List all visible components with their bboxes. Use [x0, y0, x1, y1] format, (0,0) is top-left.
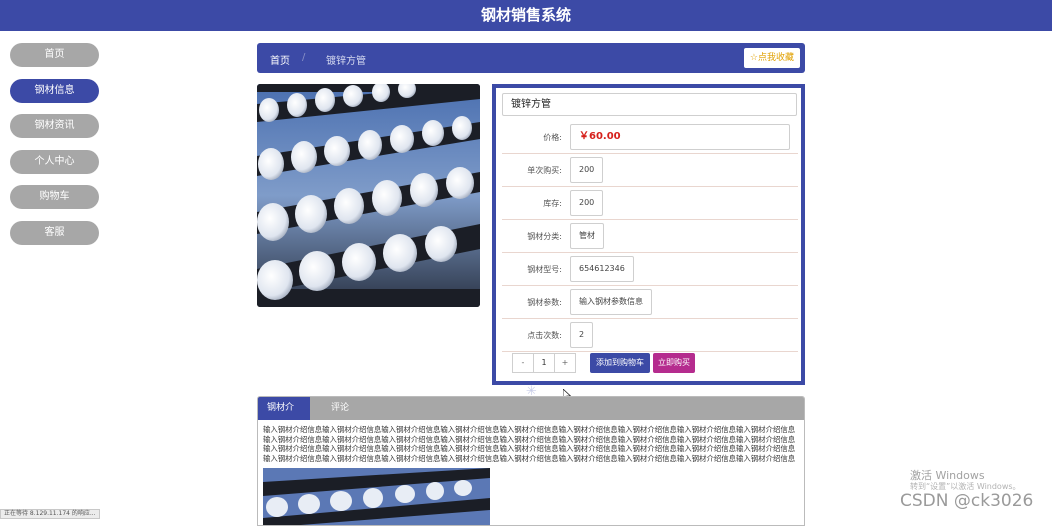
price-value: ￥60.00 — [570, 124, 790, 150]
category-row: 钢材分类: 管材 — [502, 220, 798, 253]
quantity-stepper: - 1 + — [512, 353, 576, 373]
sidebar-item-profile[interactable]: 个人中心 — [10, 149, 99, 174]
product-info-panel: 镀锌方管 价格: ￥60.00 单次购买: 200 库存: 200 钢材分类: … — [492, 84, 805, 385]
breadcrumb-separator: / — [302, 52, 306, 63]
breadcrumb-home-link[interactable]: 首页 — [270, 52, 290, 67]
breadcrumb: 首页 / 镀锌方管 ☆点我收藏 — [257, 43, 805, 73]
sidebar-item-steel-info[interactable]: 钢材信息 — [10, 78, 99, 103]
detail-tab-bar: 钢材介绍 评论 — [258, 397, 804, 436]
stock-value: 200 — [570, 190, 604, 216]
per-purchase-value: 200 — [570, 157, 604, 183]
product-image — [257, 84, 480, 307]
per-purchase-label: 单次购买: — [527, 166, 562, 175]
params-row: 钢材参数: 输入钢材参数信息 — [502, 286, 798, 319]
browser-status-bar: 正在等待 8.129.11.174 的响应... — [0, 509, 100, 519]
tab-steel-intro[interactable]: 钢材介绍 — [258, 397, 310, 436]
sidebar-item-cart[interactable]: 购物车 — [10, 185, 99, 209]
category-value: 管材 — [570, 223, 604, 249]
quantity-input[interactable]: 1 — [533, 354, 555, 372]
description-image — [263, 468, 490, 525]
per-purchase-row: 单次购买: 200 — [502, 154, 798, 187]
quantity-minus-button[interactable]: - — [513, 354, 533, 372]
category-label: 钢材分类: — [527, 232, 562, 241]
clicks-value: 2 — [570, 322, 594, 348]
steel-pipes-photo — [257, 84, 480, 307]
buy-now-button[interactable]: 立即购买 — [653, 353, 695, 373]
sidebar-item-customer-service[interactable]: 客服 — [10, 220, 99, 245]
product-description: 输入钢材介绍信息输入钢材介绍信息输入钢材介绍信息输入钢材介绍信息输入钢材介绍信息… — [263, 425, 796, 464]
tab-comments[interactable]: 评论 — [322, 397, 358, 420]
params-value: 输入钢材参数信息 — [570, 289, 652, 315]
clicks-label: 点击次数: — [527, 331, 562, 340]
steel-pipes-thumbnail — [263, 468, 490, 525]
model-label: 钢材型号: — [527, 265, 562, 274]
sidebar-item-steel-news[interactable]: 钢材资讯 — [10, 114, 99, 138]
product-name-field: 镀锌方管 — [502, 93, 797, 116]
model-value: 654612346 — [570, 256, 634, 282]
app-title: 钢材销售系统 — [480, 6, 571, 24]
sidebar-item-home[interactable]: 首页 — [10, 43, 99, 67]
breadcrumb-current: 镀锌方管 — [326, 56, 366, 67]
sidebar-nav: 首页 钢材信息 钢材资讯 个人中心 购物车 客服 — [10, 43, 99, 256]
app-header: 钢材销售系统 — [0, 0, 1052, 31]
favorite-button[interactable]: ☆点我收藏 — [743, 48, 800, 68]
price-label: 价格: — [543, 133, 562, 142]
price-row: 价格: ￥60.00 — [502, 121, 798, 154]
purchase-actions: - 1 + 添加到购物车 立即购买 — [502, 352, 798, 378]
clicks-row: 点击次数: 2 — [502, 319, 798, 352]
add-to-cart-button[interactable]: 添加到购物车 — [590, 353, 650, 373]
csdn-watermark: CSDN @ck3026 — [900, 491, 1034, 511]
stock-row: 库存: 200 — [502, 187, 798, 220]
params-label: 钢材参数: — [527, 298, 562, 307]
detail-tabs-panel: 钢材介绍 评论 输入钢材介绍信息输入钢材介绍信息输入钢材介绍信息输入钢材介绍信息… — [257, 396, 805, 526]
model-row: 钢材型号: 654612346 — [502, 253, 798, 286]
quantity-plus-button[interactable]: + — [555, 354, 575, 372]
stock-label: 库存: — [543, 199, 562, 208]
